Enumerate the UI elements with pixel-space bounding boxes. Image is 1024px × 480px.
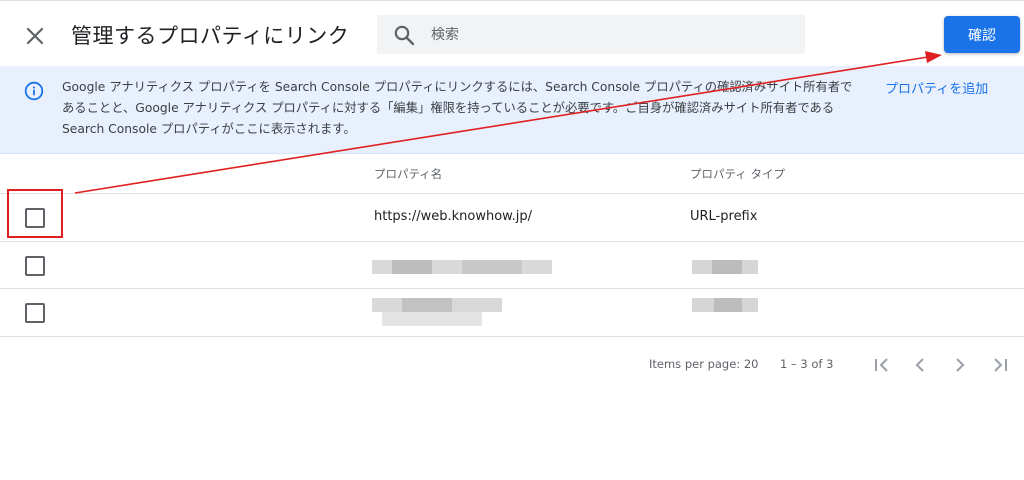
row-divider: [0, 241, 1024, 242]
close-icon[interactable]: [22, 23, 48, 49]
page-title: 管理するプロパティにリンク: [71, 24, 350, 48]
last-page-icon[interactable]: [990, 355, 1010, 375]
pagination-range: 1 – 3 of 3: [780, 357, 834, 371]
confirm-button[interactable]: 確認: [944, 16, 1020, 53]
search-input[interactable]: [431, 15, 791, 54]
first-page-icon[interactable]: [872, 355, 892, 375]
row-checkbox[interactable]: [25, 303, 45, 323]
next-page-icon[interactable]: [950, 355, 970, 375]
search-icon: [393, 24, 415, 46]
row-checkbox[interactable]: [25, 256, 45, 276]
info-banner: Google アナリティクス プロパティを Search Console プロパ…: [0, 66, 1024, 154]
dialog-header: 管理するプロパティにリンク 確認: [0, 0, 1024, 67]
annotation-highlight-box: [7, 189, 63, 238]
items-per-page-label[interactable]: Items per page: 20: [649, 357, 758, 371]
row-divider: [0, 193, 1024, 194]
banner-message: Google アナリティクス プロパティを Search Console プロパ…: [62, 80, 853, 136]
property-type-cell: URL-prefix: [690, 209, 758, 224]
prev-page-icon[interactable]: [910, 355, 930, 375]
column-header-property-type[interactable]: プロパティ タイプ: [690, 166, 785, 182]
row-divider: [0, 336, 1024, 337]
column-header-property-name[interactable]: プロパティ名: [374, 166, 442, 182]
row-divider: [0, 288, 1024, 289]
property-name-cell: https://web.knowhow.jp/: [374, 209, 532, 224]
info-icon: [24, 81, 44, 101]
add-property-link[interactable]: プロパティを追加: [885, 78, 988, 97]
search-box[interactable]: [377, 15, 805, 54]
